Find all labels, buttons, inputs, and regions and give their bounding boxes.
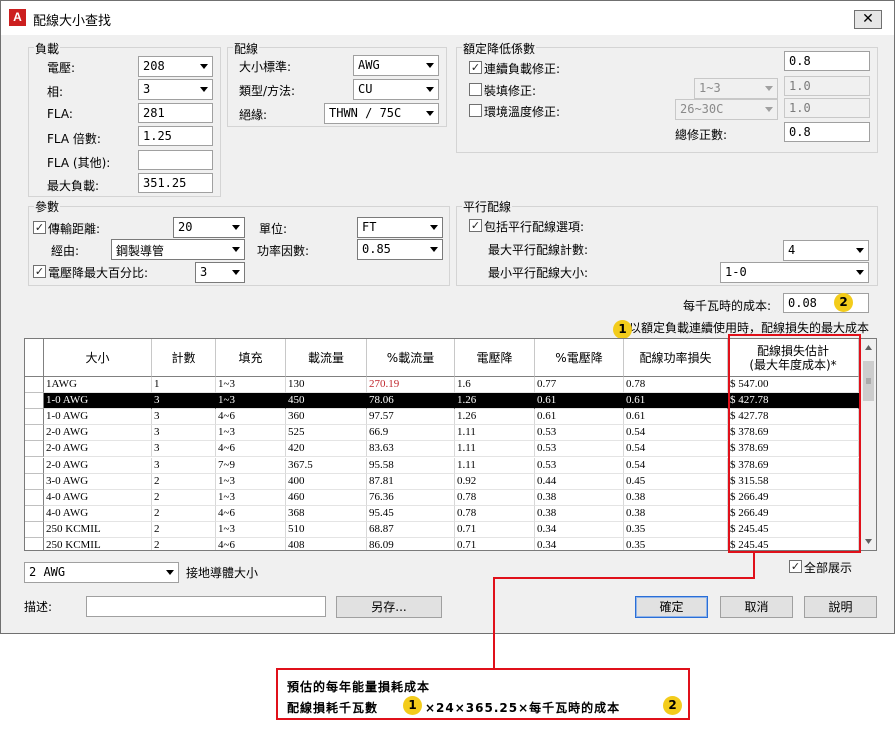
annotation-line-1: 預估的每年能量損耗成本 bbox=[287, 680, 431, 694]
annotation-line-2-end: ×24×365.25×每千瓦時的成本 bbox=[425, 701, 621, 715]
annotation-badge-one: 1 bbox=[403, 696, 422, 715]
annual-cost-annotation: 預估的每年能量損耗成本 配線損耗千瓦數 1 ×24×365.25×每千瓦時的成本… bbox=[276, 668, 690, 720]
annotation-badge-two: 2 bbox=[663, 696, 682, 715]
annotation-line-2-start: 配線損耗千瓦數 bbox=[287, 701, 379, 715]
callout-connector bbox=[493, 552, 755, 668]
